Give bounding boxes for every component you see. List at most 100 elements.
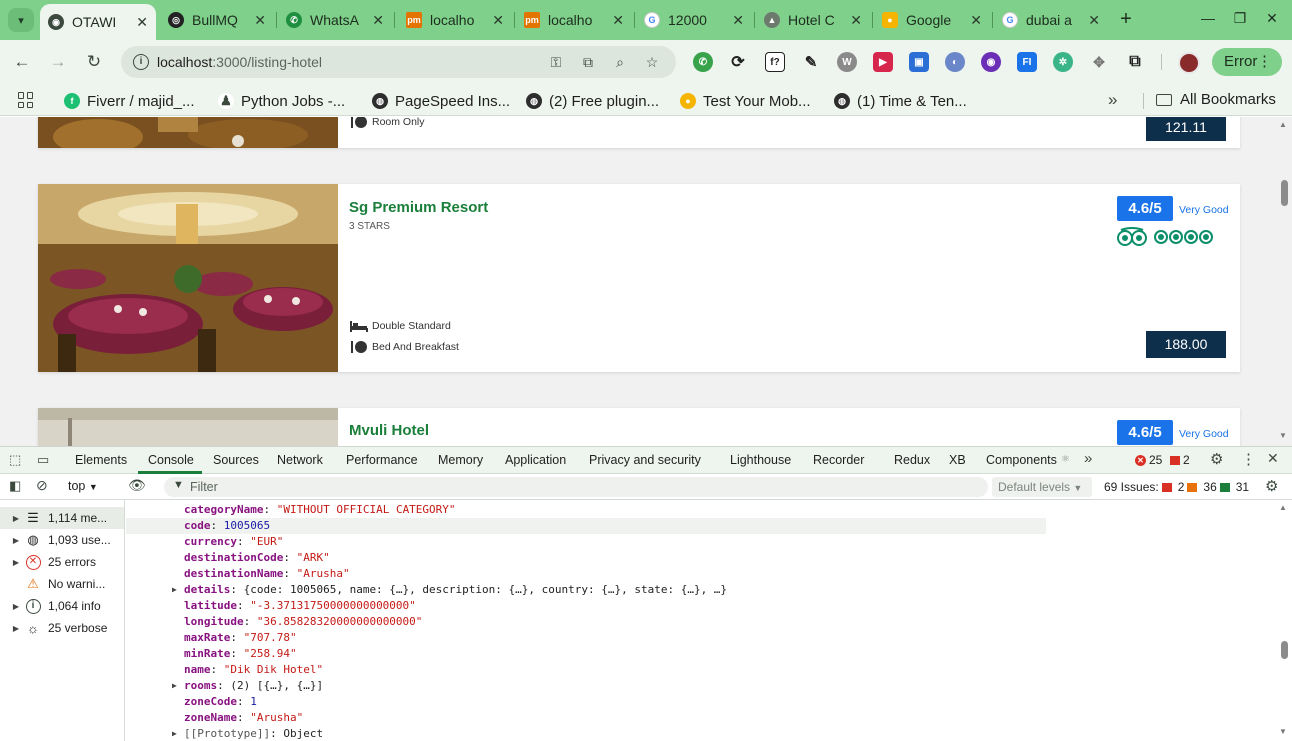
log-levels-select[interactable]: Default levels ▼ [992, 477, 1092, 497]
close-icon[interactable]: ✕ [732, 12, 744, 29]
more-vertical-icon[interactable]: ⋮ [1241, 450, 1256, 468]
clear-console-icon[interactable]: ⊘ [36, 477, 48, 494]
apps-grid-icon[interactable] [18, 92, 34, 108]
devtools-tab-performance[interactable]: Performance [346, 453, 418, 467]
sidebar-item-warnings[interactable]: ⚠ No warni... [0, 573, 124, 595]
bookmark-star-icon[interactable]: ☆ [643, 54, 661, 71]
price-button[interactable]: 188.00 [1146, 331, 1226, 358]
close-icon[interactable]: ✕ [492, 12, 504, 29]
console-settings-gear-icon[interactable]: ⚙ [1265, 477, 1278, 495]
close-icon[interactable]: ✕ [1088, 12, 1100, 29]
whatsapp-extension-icon[interactable]: ✆ [693, 52, 713, 72]
tool-extension-icon[interactable]: ◐ [945, 52, 965, 72]
eyedropper-extension-icon[interactable]: ✎ [801, 52, 821, 72]
tab-otawi[interactable]: ◉ OTAWI ✕ [40, 4, 156, 40]
address-bar[interactable]: i localhost:3000/listing-hotel ⚿ ⧉ ⌕ ☆ [121, 46, 676, 78]
window-close-icon[interactable]: ✕ [1262, 10, 1282, 27]
reload-icon[interactable]: ↻ [82, 50, 106, 74]
hotel-card[interactable]: Room Only 121.11 [38, 117, 1240, 148]
sidebar-item-messages[interactable]: ▶ ☰ 1,114 me... [0, 507, 124, 529]
bookmark-test-mobile[interactable]: ● Test Your Mob... [680, 91, 811, 111]
settings-gear-icon[interactable]: ⚙ [1210, 450, 1223, 468]
scroll-up-arrow-icon[interactable]: ▲ [1279, 120, 1287, 129]
sidebar-item-errors[interactable]: ▶ ✕ 25 errors [0, 551, 124, 573]
minimize-icon[interactable]: — [1198, 10, 1218, 26]
react-extension-icon[interactable]: ✲ [1053, 52, 1073, 72]
tab-localhost-2[interactable]: pm localho ✕ [516, 6, 632, 34]
more-tabs-chevron-icon[interactable]: » [1084, 450, 1092, 467]
devtools-tab-privacy[interactable]: Privacy and security [589, 453, 701, 467]
devtools-tab-elements[interactable]: Elements [75, 453, 127, 467]
tab-localhost-1[interactable]: pm localho ✕ [398, 6, 512, 34]
fonts-extension-icon[interactable]: f? [765, 52, 785, 72]
wordpress-extension-icon[interactable]: W [837, 52, 857, 72]
new-tab-plus-icon[interactable]: + [1114, 8, 1138, 32]
devtools-tab-network[interactable]: Network [277, 453, 323, 467]
error-count-badge[interactable]: ✕ 25 [1135, 453, 1162, 467]
devtools-tab-components[interactable]: Components [986, 453, 1057, 467]
tab-dubai[interactable]: G dubai a ✕ [994, 6, 1108, 34]
expand-triangle-icon[interactable]: ▶ [172, 582, 177, 598]
sync-extension-icon[interactable]: ⟳ [728, 52, 748, 72]
close-icon[interactable]: ✕ [372, 12, 384, 29]
console-property-row[interactable]: ▶ [[Prototype]]: Object [126, 726, 1046, 741]
context-select[interactable]: top ▼ [68, 479, 98, 493]
scroll-down-arrow-icon[interactable]: ▼ [1279, 727, 1287, 736]
hotel-name[interactable]: Sg Premium Resort [349, 199, 488, 216]
devtools-tab-xb[interactable]: XB [949, 453, 966, 467]
price-button[interactable]: 121.11 [1146, 117, 1226, 141]
all-bookmarks-button[interactable]: All Bookmarks [1156, 91, 1276, 108]
console-scrollbar[interactable]: ▲ ▼ [1276, 500, 1292, 741]
console-property-row[interactable]: ▶ details: {code: 1005065, name: {…}, des… [126, 582, 1046, 598]
close-devtools-icon[interactable]: ✕ [1267, 450, 1279, 467]
devtools-tab-application[interactable]: Application [505, 453, 566, 467]
sidebar-item-info[interactable]: ▶ i 1,064 info [0, 595, 124, 617]
close-icon[interactable]: ✕ [254, 12, 266, 29]
page-scrollbar[interactable]: ▲ ▼ [1276, 117, 1292, 446]
tab-search-button[interactable]: ▾ [8, 8, 34, 32]
console-scrollbar-thumb[interactable] [1281, 641, 1288, 659]
expand-triangle-icon[interactable]: ▶ [172, 678, 177, 694]
site-info-icon[interactable]: i [133, 54, 149, 70]
scroll-down-arrow-icon[interactable]: ▼ [1279, 431, 1287, 440]
profile-error-button[interactable]: Error ⋮ [1212, 48, 1282, 76]
install-app-icon[interactable]: ⧉ [579, 54, 597, 71]
console-property-row[interactable]: ▶ rooms: (2) [{…}, {…}] [126, 678, 1046, 694]
page-scrollbar-thumb[interactable] [1281, 180, 1288, 206]
close-icon[interactable]: ✕ [136, 14, 148, 31]
bookmark-time-ten[interactable]: ◍ (1) Time & Ten... [834, 91, 967, 111]
inspect-element-icon[interactable]: ⬚ [9, 452, 21, 468]
console-filter-input[interactable]: ▼ Filter [164, 477, 988, 497]
extensions-puzzle-icon[interactable]: ⧉ [1125, 52, 1145, 72]
bookmark-free-plugin[interactable]: ◍ (2) Free plugin... [526, 91, 659, 111]
bookmark-pagespeed[interactable]: ◍ PageSpeed Ins... [372, 91, 510, 111]
fi-extension-icon[interactable]: FI [1017, 52, 1037, 72]
colorpicker-extension-icon[interactable]: ◉ [981, 52, 1001, 72]
devtools-tab-console[interactable]: Console [148, 453, 194, 467]
back-arrow-icon[interactable]: ← [10, 50, 34, 74]
chevron-double-right-icon[interactable]: » [1108, 90, 1117, 110]
issues-counter[interactable]: 69 Issues: 2 36 31 [1104, 480, 1249, 494]
restore-icon[interactable]: ❐ [1230, 10, 1250, 27]
devtools-tab-lighthouse[interactable]: Lighthouse [730, 453, 791, 467]
live-expression-eye-icon[interactable]: 👁 [128, 477, 146, 494]
bookmark-fiverr[interactable]: f Fiverr / majid_... [64, 91, 195, 111]
hotel-card[interactable]: Mvuli Hotel 4.6/5 Very Good [38, 408, 1240, 446]
media-extension-icon[interactable]: ▶ [873, 52, 893, 72]
close-icon[interactable]: ✕ [850, 12, 862, 29]
scroll-up-arrow-icon[interactable]: ▲ [1279, 503, 1287, 512]
devtools-tab-recorder[interactable]: Recorder [813, 453, 864, 467]
tab-google-keep[interactable]: ● Google ✕ [874, 6, 990, 34]
url-text[interactable]: localhost:3000/listing-hotel [157, 54, 322, 70]
forward-arrow-icon[interactable]: → [46, 50, 70, 74]
tab-bullmq[interactable]: ◎ BullMQ ✕ [160, 6, 274, 34]
bookmark-python-jobs[interactable]: ♟ Python Jobs -... [218, 91, 345, 111]
devtools-tab-redux[interactable]: Redux [894, 453, 930, 467]
device-toggle-icon[interactable]: ▭ [37, 452, 49, 468]
screen-extension-icon[interactable]: ▣ [909, 52, 929, 72]
tab-google-12000[interactable]: G 12000 ✕ [636, 6, 752, 34]
expand-triangle-icon[interactable]: ▶ [172, 726, 177, 741]
hotel-name[interactable]: Mvuli Hotel [349, 422, 429, 439]
tab-whatsapp[interactable]: ✆ WhatsA ✕ [278, 6, 392, 34]
console-output[interactable]: categoryName: "WITHOUT OFFICIAL CATEGORY… [126, 500, 1276, 741]
